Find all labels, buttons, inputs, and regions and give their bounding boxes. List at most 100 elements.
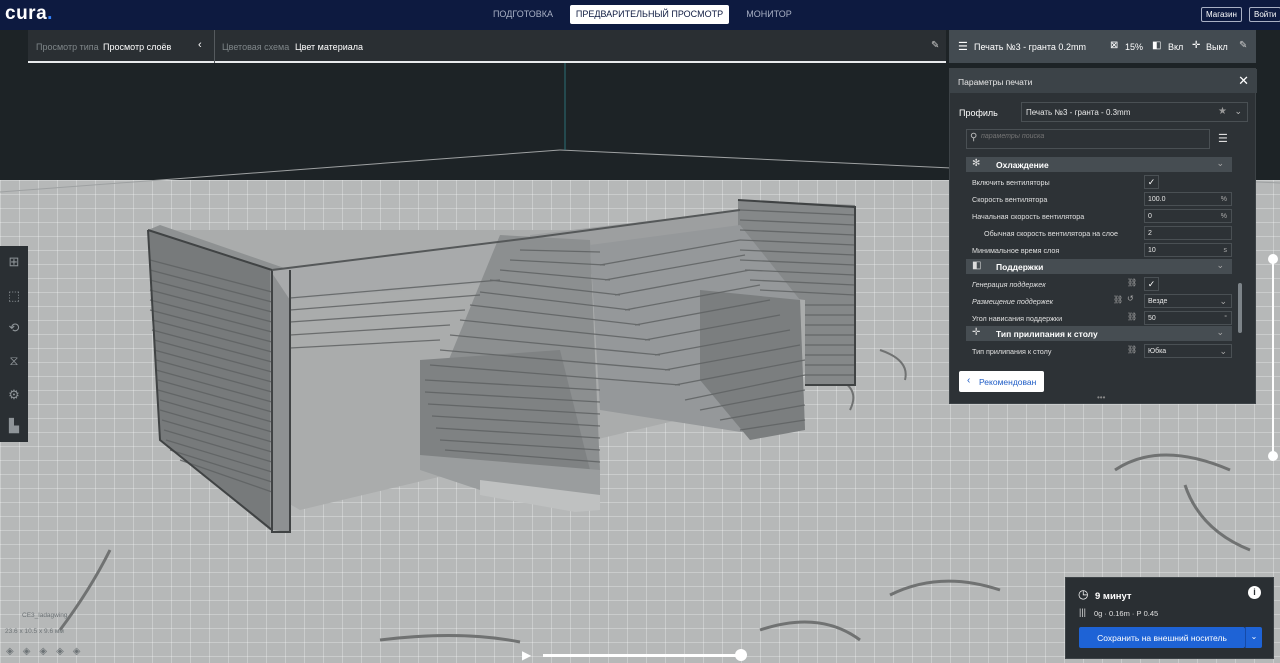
object-dimensions: 23.6 x 10.5 x 9.6 мм xyxy=(5,628,64,635)
material-icon: ||| xyxy=(1079,607,1087,617)
rotate-tool-icon[interactable]: ⟲ xyxy=(4,318,24,338)
setting-label: Начальная скорость вентилятора xyxy=(972,212,1085,221)
close-icon[interactable]: ✕ xyxy=(1238,73,1249,89)
fan-icon: ✻ xyxy=(972,158,981,169)
info-icon[interactable]: i xyxy=(1248,586,1261,599)
material-estimate: 0g · 0.16m · Р 0.45 xyxy=(1094,609,1159,618)
support-icon: ◧ xyxy=(972,260,982,271)
color-scheme-select[interactable]: Цвет материала xyxy=(295,42,363,52)
view-options-bar: Просмотр типа Просмотр слоёв ‹ Цветовая … xyxy=(28,30,946,63)
layer-slider-bottom-handle[interactable] xyxy=(1268,451,1278,461)
pencil-icon[interactable]: ✎ xyxy=(1239,40,1247,51)
chevron-down-icon: ⌄ xyxy=(1219,346,1227,356)
category-label: Поддержки xyxy=(996,262,1044,272)
tab-prepare[interactable]: ПОДГОТОВКА xyxy=(482,5,564,24)
chevron-down-icon: ⌄ xyxy=(1216,260,1224,270)
adhesion-value: Выкл xyxy=(1206,42,1228,52)
setting-label: Угол нависания поддержки xyxy=(972,314,1063,323)
support-placement-select[interactable]: Везде ⌄ xyxy=(1144,294,1232,308)
setting-label: Включить вентиляторы xyxy=(972,178,1050,187)
collapse-chevron-icon[interactable]: ‹ xyxy=(198,39,202,51)
print-profile-name: Печать №3 - гранта 0.2mm xyxy=(974,42,1086,52)
profile-icon: ☰ xyxy=(958,41,968,53)
regular-fan-layer-field[interactable]: 2 xyxy=(1144,226,1232,240)
settings-scrollbar[interactable] xyxy=(1238,283,1242,333)
tab-monitor[interactable]: МОНИТОР xyxy=(735,5,803,24)
support-angle-field[interactable]: 50 ° xyxy=(1144,311,1232,325)
save-options-chevron-icon[interactable]: ⌄ xyxy=(1245,627,1262,648)
view-orientation-icons[interactable]: ◈◈◈◈◈ xyxy=(6,646,89,657)
tab-preview[interactable]: ПРЕДВАРИТЕЛЬНЫЙ ПРОСМОТР xyxy=(570,5,729,24)
chevron-down-icon: ⌄ xyxy=(1216,158,1224,168)
output-panel: ◷ 9 минут i ||| 0g · 0.16m · Р 0.45 Сохр… xyxy=(1065,577,1274,659)
support-blocker-icon[interactable]: ▙ xyxy=(4,416,24,436)
print-setup-header[interactable]: ☰ Печать №3 - гранта 0.2mm ⊠ 15% ◧ Вкл ✛… xyxy=(949,30,1256,63)
save-to-removable-button[interactable]: Сохранить на внешний носитель xyxy=(1079,627,1245,648)
fan-speed-field[interactable]: 100.0% xyxy=(1144,192,1232,206)
color-scheme-label: Цветовая схема xyxy=(222,42,290,52)
adhesion-icon: ✛ xyxy=(972,327,981,338)
resize-handle[interactable]: ••• xyxy=(1097,393,1105,402)
cura-logo: cura. xyxy=(5,3,53,24)
move-tool-icon[interactable]: ⊞ xyxy=(4,252,24,272)
mirror-tool-icon[interactable]: ⧖ xyxy=(4,351,24,371)
profile-select[interactable]: Печать №3 - гранта - 0.3mm ★ ⌄ xyxy=(1021,102,1248,122)
path-slider-track[interactable] xyxy=(543,654,741,657)
search-input[interactable] xyxy=(981,133,1201,140)
support-generate-checkbox[interactable]: ✓ xyxy=(1144,277,1159,291)
menu-icon[interactable]: ☰ xyxy=(1218,132,1228,145)
category-label: Охлаждение xyxy=(996,160,1049,170)
top-bar: cura. ПОДГОТОВКА ПРЕДВАРИТЕЛЬНЫЙ ПРОСМОТ… xyxy=(0,0,1280,30)
layer-slider-track[interactable] xyxy=(1272,258,1274,456)
setting-label: Скорость вентилятора xyxy=(972,195,1048,204)
divider xyxy=(214,30,215,63)
setting-label: Тип прилипания к столу xyxy=(972,347,1052,356)
clock-icon: ◷ xyxy=(1078,587,1089,601)
chevron-down-icon: ⌄ xyxy=(1234,106,1242,116)
category-adhesion[interactable]: ✛ Тип прилипания к столу ⌄ xyxy=(966,326,1232,341)
view-type-label: Просмотр типа xyxy=(36,42,99,52)
recommended-label: Рекомендован xyxy=(979,377,1037,387)
initial-fan-speed-field[interactable]: 0% xyxy=(1144,209,1232,223)
profile-value: Печать №3 - гранта - 0.3mm xyxy=(1026,108,1131,117)
link-icon: ⛓ xyxy=(1127,312,1138,321)
link-icon: ⛓ xyxy=(1113,295,1124,304)
chevron-down-icon: ⌄ xyxy=(1219,296,1227,306)
infill-value: 15% xyxy=(1125,42,1144,52)
link-icon: ⛓ xyxy=(1127,278,1138,287)
setting-label: Обычная скорость вентилятора на слое xyxy=(984,229,1119,238)
fan-enable-checkbox[interactable]: ✓ xyxy=(1144,175,1159,189)
signin-button[interactable]: Войти xyxy=(1249,7,1280,22)
reset-icon[interactable]: ↺ xyxy=(1127,294,1134,303)
category-label: Тип прилипания к столу xyxy=(996,329,1098,339)
layer-slider-top-handle[interactable] xyxy=(1268,254,1278,264)
chevron-left-icon: ‹ xyxy=(967,375,971,386)
chevron-down-icon: ⌄ xyxy=(1216,327,1224,337)
marketplace-button[interactable]: Магазин xyxy=(1201,7,1242,22)
link-icon: ⛓ xyxy=(1127,345,1138,354)
save-label: Сохранить на внешний носитель xyxy=(1097,633,1227,643)
panel-title-bar: Параметры печати ✕ xyxy=(950,69,1257,93)
print-time: 9 минут xyxy=(1095,591,1132,602)
search-icon: ⚲ xyxy=(970,132,978,143)
setting-label: Минимальное время слоя xyxy=(972,246,1060,255)
min-layer-time-field[interactable]: 10 s xyxy=(1144,243,1232,257)
play-icon[interactable]: ▶ xyxy=(522,648,531,662)
view-type-select[interactable]: Просмотр слоёв xyxy=(103,42,171,52)
support-value: Вкл xyxy=(1168,42,1184,52)
support-icon: ◧ xyxy=(1152,40,1162,51)
search-field[interactable]: ⚲ xyxy=(966,129,1210,149)
per-model-settings-icon[interactable]: ⚙ xyxy=(4,385,24,405)
adhesion-type-select[interactable]: Юбка ⌄ xyxy=(1144,344,1232,358)
category-support[interactable]: ◧ Поддержки ⌄ xyxy=(966,259,1232,274)
object-name: CE3_ladagwing xyxy=(22,612,68,619)
category-cooling[interactable]: ✻ Охлаждение ⌄ xyxy=(966,157,1232,172)
path-slider-handle[interactable] xyxy=(735,649,747,661)
recommended-button[interactable]: ‹ Рекомендован xyxy=(959,371,1044,392)
star-icon[interactable]: ★ xyxy=(1218,106,1227,117)
setting-label: Генерация поддержек xyxy=(972,280,1046,289)
profile-label: Профиль xyxy=(959,108,998,118)
pencil-icon[interactable]: ✎ xyxy=(931,40,939,51)
scale-tool-icon[interactable]: ⬚ xyxy=(4,286,24,306)
panel-title: Параметры печати xyxy=(958,77,1033,87)
